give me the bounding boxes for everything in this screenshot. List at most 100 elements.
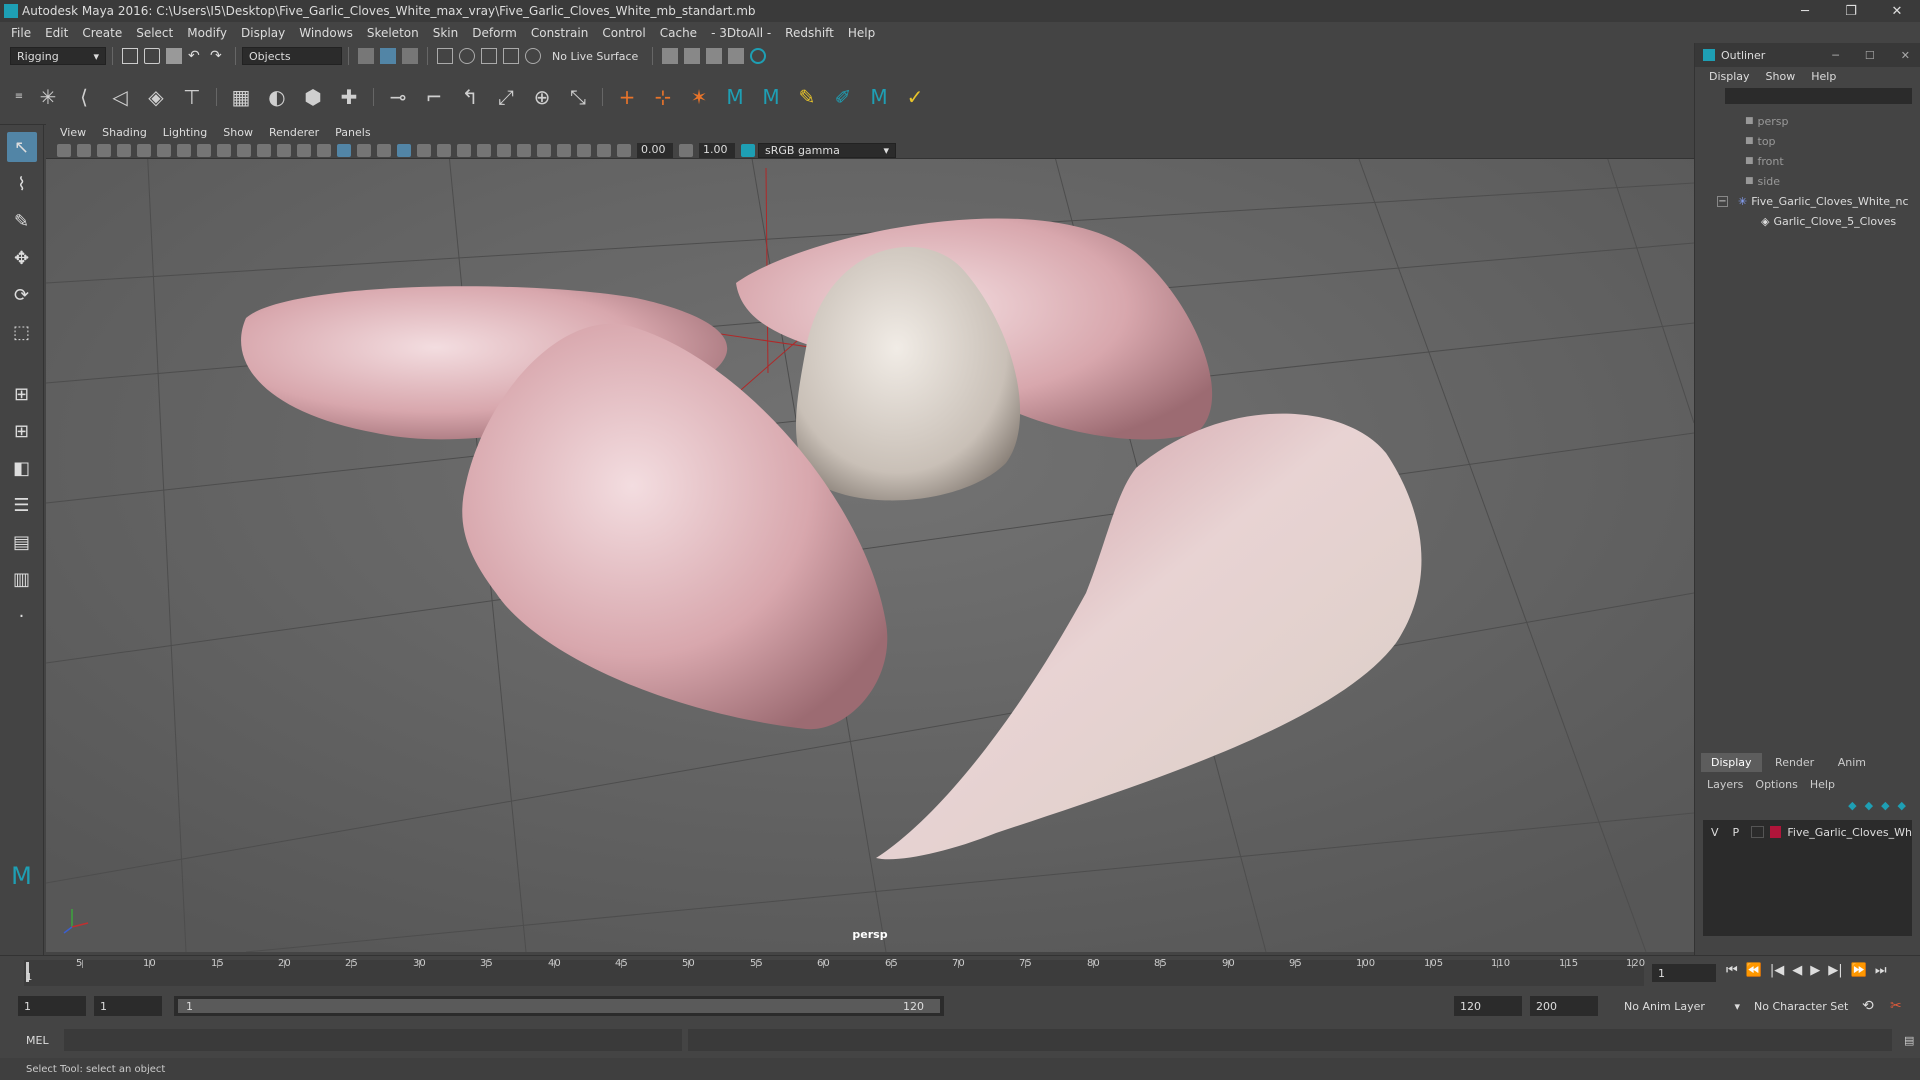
aim-constraint-icon[interactable]: ↰ — [457, 84, 483, 110]
locator-joint-icon[interactable]: ⊹ — [650, 84, 676, 110]
shelf-options-icon[interactable]: ≡ — [13, 84, 25, 110]
lasso-tool-icon[interactable]: ⌇ — [7, 169, 37, 199]
grease-pencil-icon[interactable] — [157, 143, 171, 157]
play-forward-icon[interactable]: ▶ — [1810, 963, 1820, 978]
locator-multi-icon[interactable]: ✶ — [686, 84, 712, 110]
selection-mask-dropdown[interactable]: Objects — [242, 47, 342, 65]
check-icon[interactable]: ✓ — [902, 84, 928, 110]
xray-icon[interactable] — [557, 143, 571, 157]
playback-start-field[interactable]: 1 — [94, 996, 162, 1016]
layer-name[interactable]: Five_Garlic_Cloves_Wh — [1787, 826, 1912, 839]
script-editor-icon[interactable]: ▤ — [1904, 1034, 1914, 1047]
bind-skin-icon[interactable]: ▦ — [228, 84, 254, 110]
menu-select[interactable]: Select — [129, 26, 180, 40]
smooth-shade-icon[interactable] — [337, 143, 351, 157]
auto-key-icon[interactable]: ⟲ — [1862, 998, 1874, 1014]
tree-item-camera[interactable]: ■ front — [1695, 151, 1920, 171]
wireframe-icon[interactable] — [317, 143, 331, 157]
select-tool-icon[interactable]: ↖ — [6, 132, 37, 162]
layer-menu-help[interactable]: Help — [1804, 778, 1841, 791]
menu-control[interactable]: Control — [595, 26, 652, 40]
gate-mask-icon[interactable] — [237, 143, 251, 157]
menu-redshift[interactable]: Redshift — [778, 26, 841, 40]
color-space-dropdown[interactable]: sRGB gamma ▾ — [758, 142, 896, 158]
menu-help[interactable]: Help — [841, 26, 882, 40]
start-time-field[interactable]: 1 — [18, 996, 86, 1016]
use-lights-icon[interactable] — [417, 143, 431, 157]
vp-menu-view[interactable]: View — [52, 126, 94, 139]
vp-menu-shading[interactable]: Shading — [94, 126, 155, 139]
paint-select-icon[interactable]: ✎ — [7, 206, 37, 236]
menu-windows[interactable]: Windows — [292, 26, 360, 40]
preferences-icon[interactable]: ✂ — [1890, 998, 1902, 1014]
select-by-hierarchy-icon[interactable] — [358, 48, 374, 64]
command-input[interactable] — [64, 1029, 682, 1051]
tab-display[interactable]: Display — [1701, 753, 1762, 772]
tree-item-camera[interactable]: ■ side — [1695, 171, 1920, 191]
playback-end-field[interactable]: 120 — [1454, 996, 1522, 1016]
cluster-icon[interactable]: ✚ — [336, 84, 362, 110]
snap-curve-icon[interactable] — [459, 48, 475, 64]
shadows-icon[interactable] — [437, 143, 451, 157]
bookmark-icon[interactable] — [97, 143, 111, 157]
2d-pan-zoom-icon[interactable] — [137, 143, 151, 157]
layer-type-toggle[interactable] — [1751, 826, 1765, 838]
outliner-menu-display[interactable]: Display — [1701, 70, 1758, 83]
scale-tool-icon[interactable]: ⬚ — [7, 317, 37, 347]
image-plane-icon[interactable] — [117, 143, 131, 157]
snap-live-icon[interactable] — [525, 48, 541, 64]
undo-icon[interactable]: ↶ — [188, 48, 204, 64]
lock-camera-icon[interactable] — [77, 143, 91, 157]
snap-point-icon[interactable] — [481, 48, 497, 64]
xray-joints-icon[interactable] — [597, 143, 611, 157]
command-language-label[interactable]: MEL — [26, 1034, 56, 1047]
step-forward-frame-icon[interactable]: ▶| — [1828, 963, 1842, 978]
locator-icon[interactable]: + — [614, 84, 640, 110]
play-backward-icon[interactable]: ◀ — [1792, 963, 1802, 978]
new-layer-selected-icon[interactable]: ◆ — [1898, 799, 1906, 812]
ipr-render-icon[interactable] — [684, 48, 701, 64]
step-forward-key-icon[interactable]: ⏩ — [1851, 963, 1867, 978]
multisample-aa-icon[interactable] — [497, 143, 511, 157]
safe-title-icon[interactable] — [297, 143, 311, 157]
tab-render[interactable]: Render — [1765, 753, 1824, 772]
maximize-button[interactable]: ☐ — [1865, 49, 1875, 62]
range-slider[interactable]: 1 120 — [174, 996, 944, 1016]
render-current-icon[interactable] — [662, 48, 679, 64]
xray-active-icon[interactable] — [577, 143, 591, 157]
default-material-icon[interactable] — [357, 143, 371, 157]
menu-skin[interactable]: Skin — [426, 26, 466, 40]
new-layer-icon[interactable]: ◆ — [1881, 799, 1889, 812]
insert-joint-icon[interactable]: ◈ — [143, 84, 169, 110]
minimize-button[interactable]: ─ — [1782, 0, 1828, 22]
menu-create[interactable]: Create — [75, 26, 129, 40]
gamma-icon[interactable] — [679, 143, 693, 157]
hypershade-layout-icon[interactable]: ▤ — [7, 527, 37, 557]
close-button[interactable]: ✕ — [1901, 49, 1910, 62]
isolate-select-icon[interactable] — [537, 143, 551, 157]
paint-tool-icon[interactable]: ✐ — [830, 84, 856, 110]
tab-anim[interactable]: Anim — [1828, 753, 1876, 772]
four-view-icon[interactable]: ⊞ — [7, 416, 37, 446]
maya-m-icon[interactable]: M — [722, 84, 748, 110]
rotate-tool-icon[interactable]: ⟳ — [7, 280, 37, 310]
anim-layer-dropdown[interactable]: No Anim Layer ▾ — [1624, 1000, 1740, 1013]
vp-menu-show[interactable]: Show — [215, 126, 261, 139]
step-back-key-icon[interactable]: ⏪ — [1746, 963, 1762, 978]
pole-vector-icon[interactable]: ⤡ — [565, 84, 591, 110]
save-scene-icon[interactable] — [166, 48, 182, 64]
tree-item-camera[interactable]: ■ persp — [1695, 111, 1920, 131]
single-view-icon[interactable]: ⊞ — [7, 379, 37, 409]
move-tool-icon[interactable]: ✥ — [7, 243, 37, 273]
menu-skeleton[interactable]: Skeleton — [360, 26, 426, 40]
menu-3dtoall[interactable]: - 3DtoAll - — [704, 26, 778, 40]
render-settings-icon[interactable] — [706, 48, 723, 64]
menu-set-dropdown[interactable]: Rigging ▾ — [10, 47, 106, 65]
exposure-field[interactable]: 0.00 — [637, 142, 673, 158]
layer-menu-options[interactable]: Options — [1749, 778, 1803, 791]
render-layout-icon[interactable]: ▥ — [7, 564, 37, 594]
end-time-field[interactable]: 200 — [1530, 996, 1598, 1016]
textured-icon[interactable] — [397, 143, 411, 157]
snap-view-plane-icon[interactable] — [503, 48, 519, 64]
select-camera-icon[interactable] — [57, 143, 71, 157]
